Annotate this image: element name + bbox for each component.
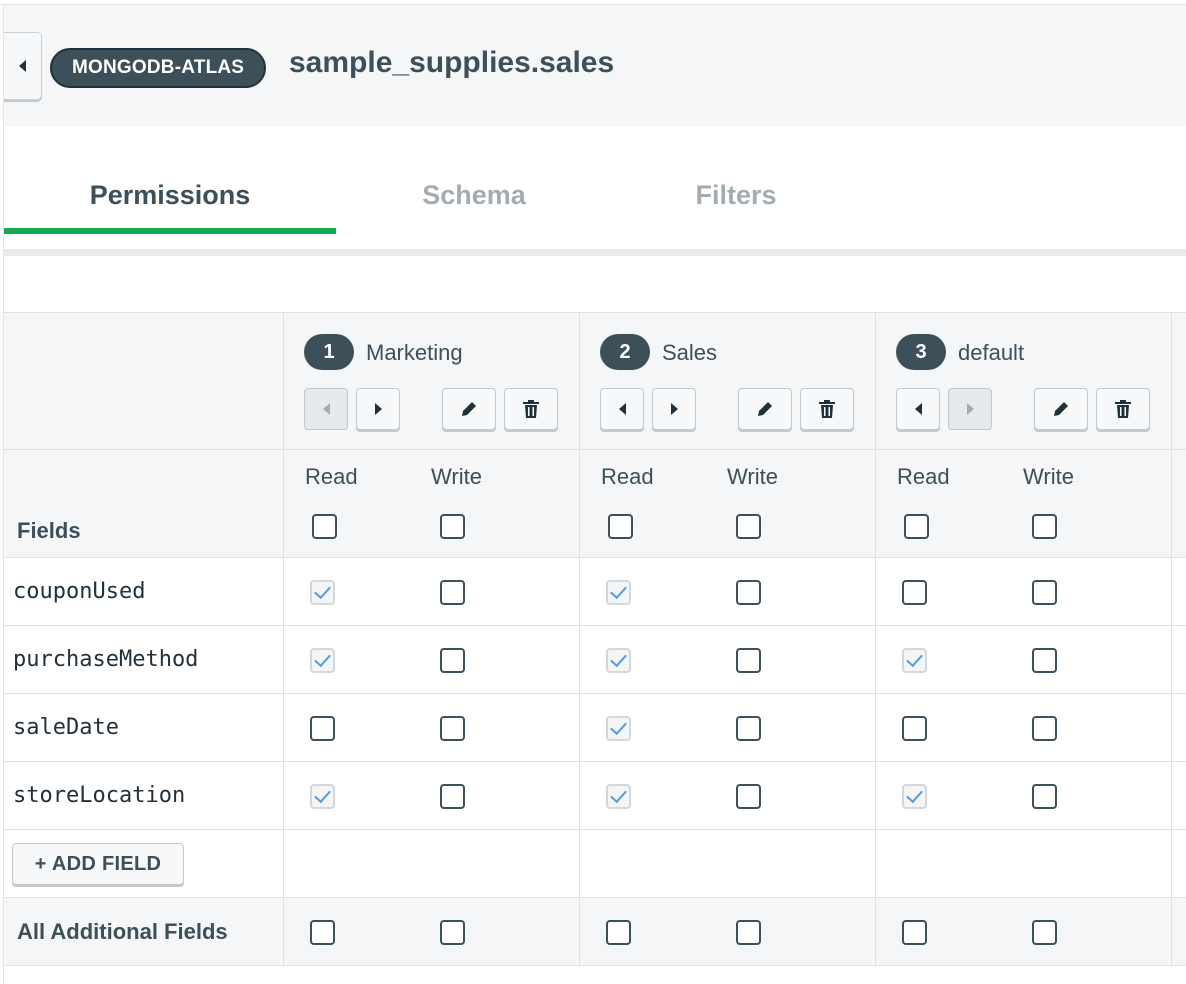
- caret-right-icon: [670, 403, 678, 415]
- edit-role-button[interactable]: [1034, 388, 1088, 430]
- read-permission-checkbox[interactable]: [310, 580, 335, 605]
- role-header-row: [4, 313, 1186, 450]
- pencil-icon: [462, 402, 476, 416]
- additional-write-checkbox[interactable]: [440, 920, 465, 945]
- write-permission-checkbox[interactable]: [1032, 784, 1057, 809]
- write-permission-checkbox[interactable]: [1032, 580, 1057, 605]
- move-role-right-button[interactable]: [948, 388, 992, 430]
- write-column-label: Write: [431, 464, 482, 489]
- read-permission-checkbox[interactable]: [606, 580, 631, 605]
- caret-left-icon: [618, 403, 626, 415]
- field-name: storeLocation: [13, 783, 186, 808]
- role-name: default: [958, 340, 1025, 365]
- read-permission-checkbox[interactable]: [902, 580, 927, 605]
- additional-write-checkbox[interactable]: [1032, 920, 1057, 945]
- edit-role-button[interactable]: [738, 388, 792, 430]
- delete-role-button[interactable]: [800, 388, 854, 430]
- additional-read-checkbox[interactable]: [902, 920, 927, 945]
- read-column-label: Read: [897, 464, 950, 489]
- role-number-badge: 2: [600, 334, 650, 370]
- caret-left-icon: [914, 403, 922, 415]
- role-name: Sales: [662, 340, 718, 365]
- write-column-label: Write: [727, 464, 778, 489]
- write-permission-checkbox[interactable]: [736, 648, 761, 673]
- delete-role-button[interactable]: [1096, 388, 1150, 430]
- write-permission-checkbox[interactable]: [440, 580, 465, 605]
- write-column-label: Write: [1023, 464, 1074, 489]
- tabs-divider: [4, 249, 1186, 256]
- write-permission-checkbox[interactable]: [440, 784, 465, 809]
- back-button[interactable]: [4, 32, 42, 100]
- add-field-button[interactable]: + ADD FIELD: [12, 843, 184, 885]
- caret-left-icon: [322, 403, 330, 415]
- permissions-table: [4, 312, 1186, 966]
- additional-fields-label: All Additional Fields: [17, 919, 228, 944]
- service-badge: MONGODB-ATLAS: [50, 48, 267, 88]
- read-permission-checkbox[interactable]: [606, 784, 631, 809]
- collection-title: sample_supplies.sales: [289, 46, 615, 79]
- field-name: purchaseMethod: [13, 647, 199, 672]
- write-permission-checkbox[interactable]: [440, 648, 465, 673]
- tab-schema[interactable]: Schema: [368, 160, 580, 235]
- read-permission-checkbox[interactable]: [606, 648, 631, 673]
- column-divider: [579, 312, 580, 965]
- move-role-left-button[interactable]: [600, 388, 644, 430]
- select-all-read-checkbox[interactable]: [312, 514, 337, 539]
- trash-icon: [523, 400, 539, 418]
- read-permission-checkbox[interactable]: [902, 648, 927, 673]
- move-role-right-button[interactable]: [652, 388, 696, 430]
- edit-role-button[interactable]: [442, 388, 496, 430]
- move-role-right-button[interactable]: [356, 388, 400, 430]
- pencil-icon: [758, 402, 772, 416]
- read-permission-checkbox[interactable]: [310, 648, 335, 673]
- read-column-label: Read: [305, 464, 358, 489]
- field-name: couponUsed: [13, 579, 146, 604]
- caret-right-icon: [374, 403, 382, 415]
- select-all-read-checkbox[interactable]: [608, 514, 633, 539]
- column-header-row: [4, 450, 1186, 558]
- read-permission-checkbox[interactable]: [606, 716, 631, 741]
- tab-filters[interactable]: Filters: [630, 160, 842, 235]
- write-permission-checkbox[interactable]: [1032, 648, 1057, 673]
- role-number-badge: 3: [896, 334, 946, 370]
- read-permission-checkbox[interactable]: [310, 716, 335, 741]
- write-permission-checkbox[interactable]: [736, 784, 761, 809]
- select-all-write-checkbox[interactable]: [1032, 514, 1057, 539]
- role-number-badge: 1: [304, 334, 354, 370]
- read-permission-checkbox[interactable]: [902, 784, 927, 809]
- caret-left-icon: [19, 60, 26, 72]
- read-column-label: Read: [601, 464, 654, 489]
- delete-role-button[interactable]: [504, 388, 558, 430]
- caret-right-icon: [966, 403, 974, 415]
- table-row: [4, 558, 1186, 626]
- read-permission-checkbox[interactable]: [902, 716, 927, 741]
- additional-read-checkbox[interactable]: [310, 920, 335, 945]
- write-permission-checkbox[interactable]: [440, 716, 465, 741]
- fields-column-label: Fields: [17, 518, 81, 543]
- write-permission-checkbox[interactable]: [736, 580, 761, 605]
- trash-icon: [819, 400, 835, 418]
- move-role-left-button[interactable]: [896, 388, 940, 430]
- select-all-read-checkbox[interactable]: [904, 514, 929, 539]
- write-permission-checkbox[interactable]: [1032, 716, 1057, 741]
- table-row: [4, 694, 1186, 762]
- pencil-icon: [1054, 402, 1068, 416]
- trash-icon: [1115, 400, 1131, 418]
- column-divider: [875, 312, 876, 965]
- field-name: saleDate: [13, 715, 119, 740]
- additional-read-checkbox[interactable]: [606, 920, 631, 945]
- move-role-left-button[interactable]: [304, 388, 348, 430]
- select-all-write-checkbox[interactable]: [440, 514, 465, 539]
- select-all-write-checkbox[interactable]: [736, 514, 761, 539]
- active-tab-indicator: [4, 228, 336, 234]
- write-permission-checkbox[interactable]: [736, 716, 761, 741]
- column-divider: [1171, 312, 1172, 965]
- read-permission-checkbox[interactable]: [310, 784, 335, 809]
- tab-permissions[interactable]: Permissions: [4, 160, 336, 235]
- additional-write-checkbox[interactable]: [736, 920, 761, 945]
- role-name: Marketing: [366, 340, 463, 365]
- column-divider: [283, 312, 284, 965]
